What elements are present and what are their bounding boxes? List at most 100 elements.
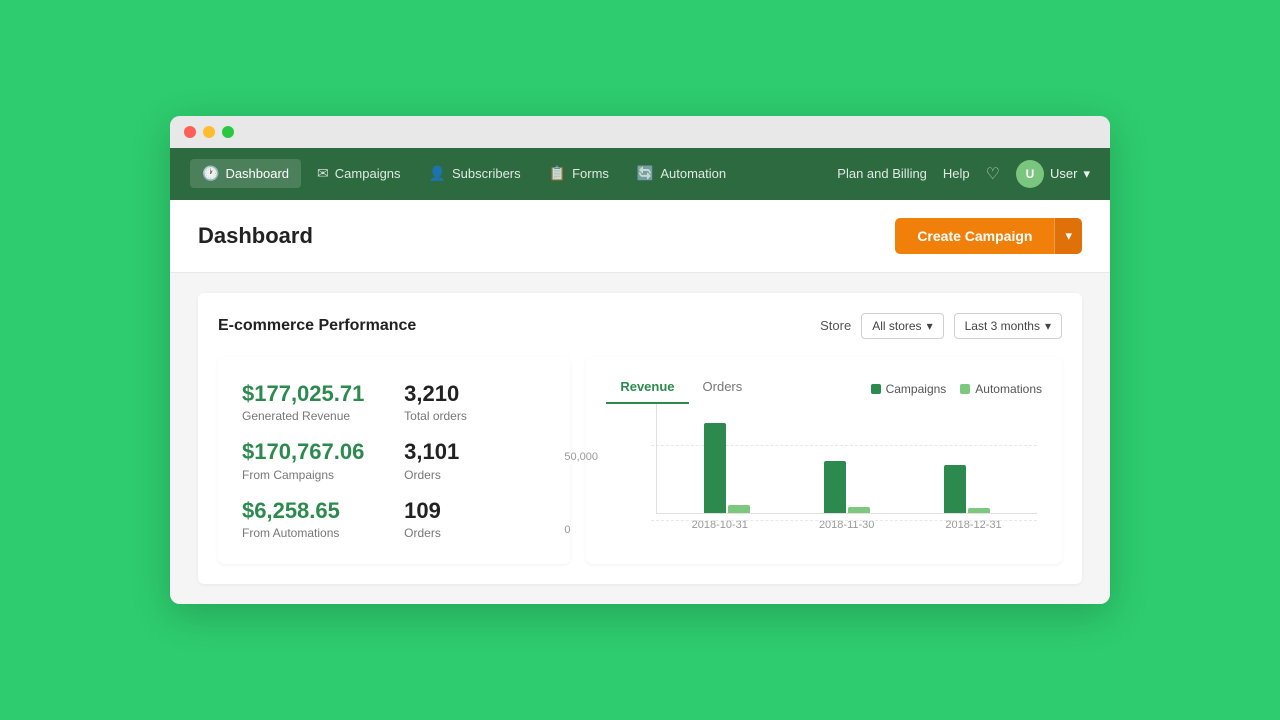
chart-tab-orders-label: Orders	[703, 379, 743, 394]
nav-automation-label: Automation	[660, 166, 726, 181]
nav-campaigns-label: Campaigns	[335, 166, 401, 181]
campaigns-icon: ✉	[317, 165, 329, 182]
page-title: Dashboard	[198, 223, 313, 249]
navbar: 🕐 Dashboard ✉ Campaigns 👤 Subscribers 📋 …	[170, 148, 1110, 200]
chart-legend: Campaigns Automations	[871, 382, 1042, 396]
generated-revenue-label: Generated Revenue	[242, 409, 384, 423]
bar-oct-automation	[728, 505, 750, 513]
campaign-orders-label: Orders	[404, 468, 546, 482]
time-filter-arrow: ▾	[1045, 319, 1051, 333]
campaign-orders-value: 3,101	[404, 439, 546, 465]
dashboard-icon: 🕐	[202, 165, 219, 182]
automation-revenue-stat: $6,258.65 From Automations	[242, 498, 384, 540]
chart-tab-revenue-label: Revenue	[620, 379, 674, 394]
chart-tabs-row: Revenue Orders Campaigns	[606, 375, 1042, 404]
plan-billing-link[interactable]: Plan and Billing	[837, 166, 927, 181]
bar-oct-campaign	[704, 423, 726, 513]
total-orders-value: 3,210	[404, 381, 546, 407]
close-dot[interactable]	[184, 126, 196, 138]
campaign-revenue-value: $170,767.06	[242, 439, 384, 465]
section-filters: Store All stores ▾ Last 3 months ▾	[820, 313, 1062, 339]
chart-card: Revenue Orders Campaigns	[586, 357, 1062, 564]
create-campaign-group: Create Campaign ▾	[895, 218, 1082, 254]
bar-nov-automation	[848, 507, 870, 513]
bar-dec-automation	[968, 508, 990, 513]
time-filter[interactable]: Last 3 months ▾	[954, 313, 1062, 339]
nav-automation[interactable]: 🔄 Automation	[625, 159, 738, 188]
content: Dashboard Create Campaign ▾ E-commerce P…	[170, 200, 1110, 604]
automation-revenue-value: $6,258.65	[242, 498, 384, 524]
nav-dashboard[interactable]: 🕐 Dashboard	[190, 159, 301, 188]
campaign-revenue-label: From Campaigns	[242, 468, 384, 482]
nav-dashboard-label: Dashboard	[225, 166, 289, 181]
bar-dec-campaign	[944, 465, 966, 513]
forms-icon: 📋	[549, 165, 566, 182]
create-campaign-button[interactable]: Create Campaign	[895, 218, 1054, 254]
chart-wrapper: 50,000 0	[606, 404, 1042, 531]
campaigns-legend-label: Campaigns	[886, 382, 947, 396]
nav-subscribers-label: Subscribers	[452, 166, 521, 181]
app-window: 🕐 Dashboard ✉ Campaigns 👤 Subscribers 📋 …	[170, 116, 1110, 604]
chart-area	[656, 404, 1037, 514]
heart-icon[interactable]: ♡	[986, 164, 1000, 184]
help-link[interactable]: Help	[943, 166, 970, 181]
generated-revenue-stat: $177,025.71 Generated Revenue	[242, 381, 384, 423]
bar-group-1	[667, 423, 787, 513]
stat-row-3: $6,258.65 From Automations 109 Orders	[242, 498, 546, 540]
maximize-dot[interactable]	[222, 126, 234, 138]
nav-forms[interactable]: 📋 Forms	[537, 159, 621, 188]
legend-automations: Automations	[960, 382, 1042, 396]
grid-line-bottom	[651, 520, 1037, 521]
create-campaign-dropdown-button[interactable]: ▾	[1054, 218, 1082, 254]
two-col-layout: $177,025.71 Generated Revenue 3,210 Tota…	[218, 357, 1062, 564]
minimize-dot[interactable]	[203, 126, 215, 138]
campaign-orders-stat: 3,101 Orders	[404, 439, 546, 481]
automation-orders-value: 109	[404, 498, 546, 524]
subscribers-icon: 👤	[429, 165, 446, 182]
bar-group-2	[787, 461, 907, 513]
automations-legend-dot	[960, 384, 970, 394]
chart-groups	[667, 404, 1027, 513]
automation-orders-stat: 109 Orders	[404, 498, 546, 540]
automation-revenue-label: From Automations	[242, 526, 384, 540]
section-title: E-commerce Performance	[218, 317, 416, 335]
avatar: U	[1016, 160, 1044, 188]
campaigns-legend-dot	[871, 384, 881, 394]
stats-card: $177,025.71 Generated Revenue 3,210 Tota…	[218, 357, 570, 564]
main-section: E-commerce Performance Store All stores …	[170, 273, 1110, 604]
stat-row-1: $177,025.71 Generated Revenue 3,210 Tota…	[242, 381, 546, 423]
y-label-top: 50,000	[564, 451, 598, 463]
nav-right: Plan and Billing Help ♡ U User ▾	[837, 160, 1090, 188]
page-header: Dashboard Create Campaign ▾	[170, 200, 1110, 273]
bar-nov-campaign	[824, 461, 846, 513]
ecommerce-section: E-commerce Performance Store All stores …	[198, 293, 1082, 584]
user-menu[interactable]: U User ▾	[1016, 160, 1090, 188]
store-label: Store	[820, 318, 851, 333]
titlebar	[170, 116, 1110, 148]
nav-campaigns[interactable]: ✉ Campaigns	[305, 159, 413, 188]
total-orders-label: Total orders	[404, 409, 546, 423]
section-header: E-commerce Performance Store All stores …	[218, 313, 1062, 339]
nav-subscribers[interactable]: 👤 Subscribers	[417, 159, 533, 188]
store-filter-arrow: ▾	[927, 319, 933, 333]
bar-group-3	[907, 465, 1027, 513]
nav-forms-label: Forms	[572, 166, 609, 181]
automation-icon: 🔄	[637, 165, 654, 182]
generated-revenue-value: $177,025.71	[242, 381, 384, 407]
automation-orders-label: Orders	[404, 526, 546, 540]
legend-campaigns: Campaigns	[871, 382, 947, 396]
store-filter[interactable]: All stores ▾	[861, 313, 943, 339]
stat-row-2: $170,767.06 From Campaigns 3,101 Orders	[242, 439, 546, 481]
chart-tab-revenue[interactable]: Revenue	[606, 375, 688, 404]
chart-tabs: Revenue Orders	[606, 375, 756, 404]
chart-tab-orders[interactable]: Orders	[689, 375, 757, 404]
campaign-revenue-stat: $170,767.06 From Campaigns	[242, 439, 384, 481]
time-filter-value: Last 3 months	[965, 319, 1040, 333]
y-label-bottom: 0	[564, 524, 570, 536]
automations-legend-label: Automations	[975, 382, 1042, 396]
user-label: User	[1050, 166, 1077, 181]
total-orders-stat: 3,210 Total orders	[404, 381, 546, 423]
store-filter-value: All stores	[872, 319, 921, 333]
nav-left: 🕐 Dashboard ✉ Campaigns 👤 Subscribers 📋 …	[190, 159, 837, 188]
user-dropdown-icon: ▾	[1083, 166, 1090, 182]
